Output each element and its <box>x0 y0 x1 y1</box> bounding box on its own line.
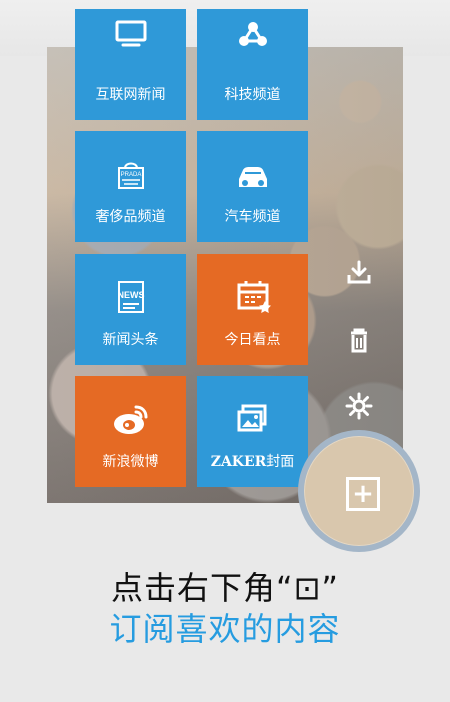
instruction-line-1: 点击右下角“⊡” <box>111 569 339 607</box>
svg-text:PRADA: PRADA <box>120 172 141 178</box>
monitor-icon <box>115 20 146 47</box>
tile-sina-weibo[interactable]: 新浪微博 <box>75 376 186 487</box>
tile-today-highlights[interactable]: 今日看点 <box>197 254 308 365</box>
cover-text: 封面 <box>266 454 295 470</box>
tile-luxury-channel[interactable]: PRADA 奢侈品频道 <box>75 131 186 242</box>
news-icon-text: NEWS <box>117 290 144 300</box>
news-icon: NEWS <box>117 281 144 313</box>
car-icon <box>238 167 267 187</box>
tile-label: 奢侈品频道 <box>95 209 166 225</box>
tile-label: 汽车频道 <box>224 209 281 225</box>
tile-label: 新浪微博 <box>102 454 159 470</box>
tile-internet-news[interactable]: 互联网新闻 <box>75 9 186 120</box>
tile-tech-channel[interactable]: 科技频道 <box>197 9 308 120</box>
tile-headline-news[interactable]: NEWS 新闻头条 <box>75 254 186 365</box>
trash-icon[interactable] <box>344 325 374 355</box>
share-network-icon <box>238 22 267 46</box>
photos-icon <box>237 404 266 432</box>
tile-auto-channel[interactable]: 汽车频道 <box>197 131 308 242</box>
plus-square-icon: + <box>346 477 380 511</box>
download-icon[interactable] <box>344 258 374 288</box>
zaker-brand-text: ZAKER <box>210 454 267 470</box>
tile-zaker-cover[interactable]: ZAKER封面 <box>197 376 308 487</box>
weibo-icon <box>113 405 147 434</box>
tile-label: 互联网新闻 <box>95 87 166 103</box>
tile-label: 今日看点 <box>224 332 281 348</box>
gear-icon[interactable] <box>344 391 374 421</box>
calendar-star-icon <box>237 281 271 313</box>
tile-label: 科技频道 <box>224 87 281 103</box>
screen: 互联网新闻 科技频道 PRADA 奢侈品频道 汽车频道 NEWS 新闻头条 今日… <box>0 0 450 702</box>
tile-label: ZAKER封面 <box>197 454 308 470</box>
instruction-line-2: 订阅喜欢的内容 <box>109 610 341 648</box>
tile-label: 新闻头条 <box>102 332 159 348</box>
add-subscription-button[interactable]: + <box>298 430 420 552</box>
luxury-bag-icon: PRADA <box>117 162 144 189</box>
